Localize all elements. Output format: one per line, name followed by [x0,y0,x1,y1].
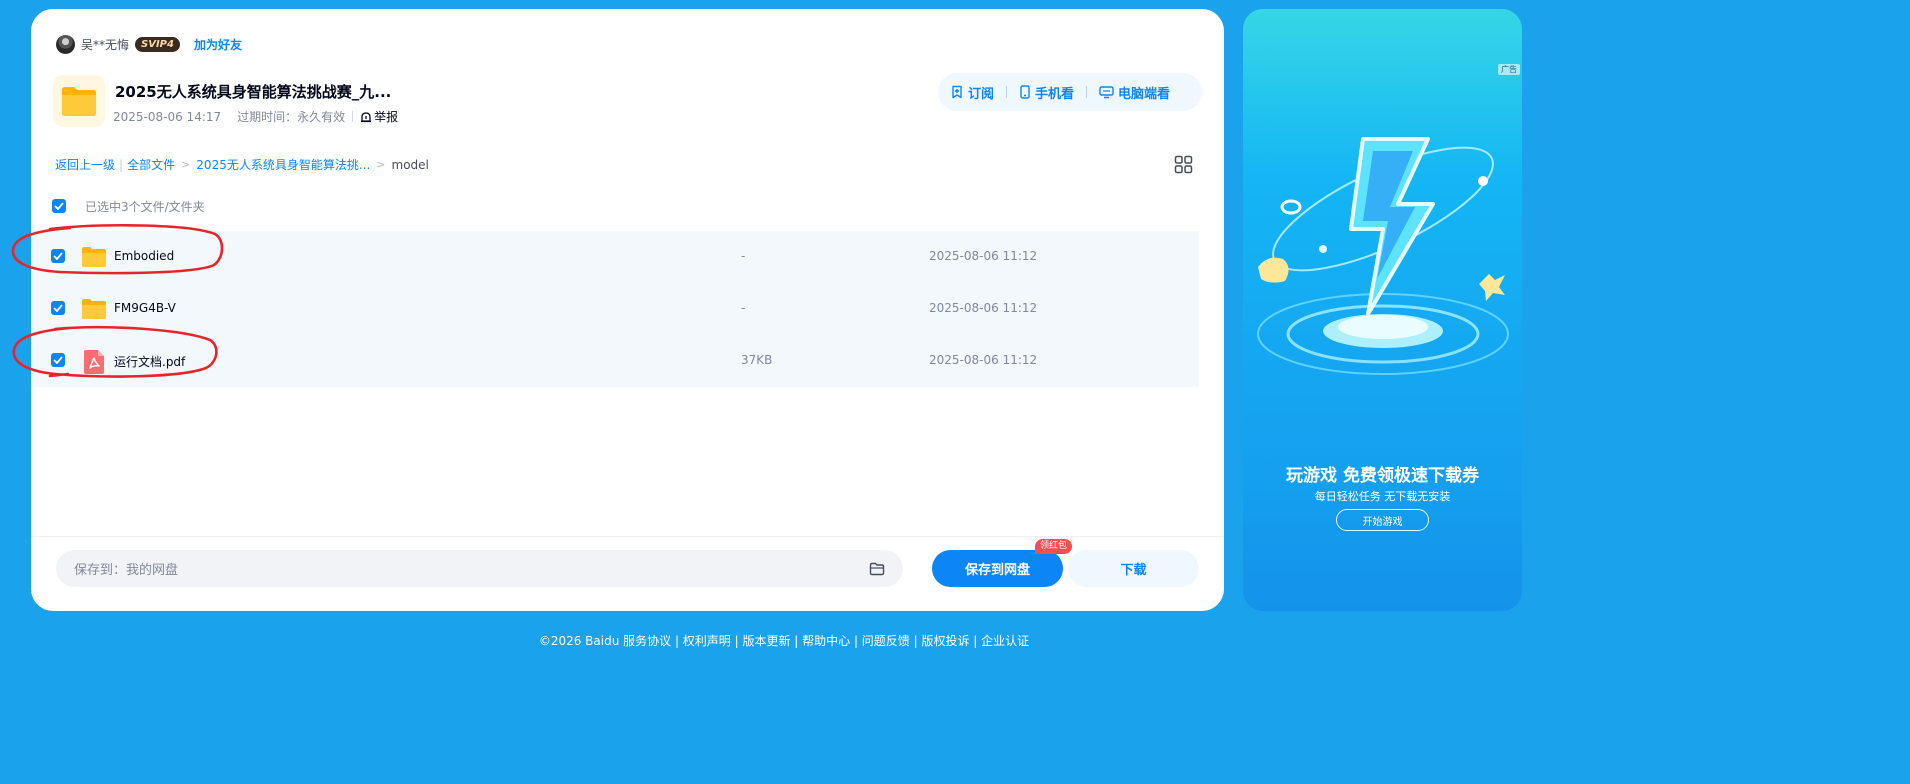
folder-outline-icon [869,562,885,575]
page-scrollbar[interactable] [1552,0,1568,644]
file-name[interactable]: FM9G4B-V [114,301,176,315]
share-title: 2025无人系统具身智能算法挑战赛_九... [115,83,392,101]
meta-divider [352,111,354,122]
file-size: - [741,301,746,315]
save-path-selector[interactable]: 保存到：我的网盘 [56,550,903,587]
file-name[interactable]: Embodied [114,249,174,263]
sharer-info: 吴**无悔 SVIP4 加为好友 [56,33,242,55]
ad-banner[interactable]: 广告 玩游戏 免费领极速下载券 每日轻松任务 无下载无安装 开始游戏 [1243,9,1522,611]
checkmark-icon [53,252,63,260]
share-panel: 吴**无悔 SVIP4 加为好友 2025无人系统具身智能算法挑战赛_九... … [31,9,1224,611]
file-date: 2025-08-06 11:12 [929,301,1038,315]
checkmark-icon [54,202,64,210]
breadcrumb-all-files[interactable]: 全部文件 [127,156,175,173]
share-meta: 2025-08-06 14:17 过期时间：永久有效 举报 [113,108,398,125]
start-game-button[interactable]: 开始游戏 [1336,509,1429,531]
breadcrumb-divider: | [119,157,124,172]
file-row[interactable]: 运行文档.pdf 37KB 2025-08-06 11:12 [31,335,1199,387]
file-name[interactable]: 运行文档.pdf [114,353,185,370]
download-button[interactable]: 下载 [1068,550,1199,587]
lightning-bolt-illustration [1257,137,1509,375]
ad-headline: 玩游戏 免费领极速下载券 [1286,466,1479,486]
file-list: Embodied - 2025-08-06 11:12 FM9G4B-V - 2… [31,231,1199,387]
breadcrumb: 返回上一级 | 全部文件 > 2025无人系统具身智能算法挑... > mode… [55,156,429,173]
grid-view-toggle[interactable] [1174,155,1193,178]
file-row[interactable]: FM9G4B-V - 2025-08-06 11:12 [31,283,1199,335]
file-size: - [741,249,746,263]
checkmark-icon [53,304,63,312]
avatar[interactable] [56,34,75,54]
file-size: 37KB [741,353,773,367]
chevron-right-icon: > [376,158,386,171]
breadcrumb-folder[interactable]: 2025无人系统具身智能算法挑... [196,156,370,173]
save-path-label: 保存到：我的网盘 [74,563,179,578]
mobile-view-button[interactable]: 手机看 [1019,83,1074,102]
breadcrumb-current: model [391,157,429,172]
footer-links[interactable]: ©2026 Baidu 服务协议 | 权利声明 | 版本更新 | 帮助中心 | … [0,632,1568,649]
alarm-icon [361,111,372,122]
pill-divider [1086,86,1088,98]
breadcrumb-back[interactable]: 返回上一级 [55,156,115,173]
bottom-divider [31,536,1224,537]
file-row[interactable]: Embodied - 2025-08-06 11:12 [31,231,1199,283]
share-expire: 过期时间：永久有效 [237,110,346,124]
ad-tag: 广告 [1498,64,1520,75]
folder-icon [82,299,106,319]
phone-icon [1020,85,1030,99]
share-created-time: 2025-08-06 14:17 [113,109,222,124]
file-date: 2025-08-06 11:12 [929,249,1038,263]
folder-icon [82,247,106,267]
pc-view-label: 电脑端看 [1118,86,1171,102]
view-actions: 订阅 手机看 电脑端看 [938,73,1202,111]
red-packet-badge: 领红包 [1035,539,1073,554]
checkmark-icon [53,356,63,364]
monitor-icon [1099,86,1114,99]
share-folder-icon [53,75,105,127]
sharer-name: 吴**无悔 [81,37,130,52]
file-date: 2025-08-06 11:12 [929,353,1038,367]
ad-subtext: 每日轻松任务 无下载无安装 [1314,490,1451,503]
grid-icon [1174,155,1193,174]
chevron-right-icon: > [181,158,191,171]
save-to-disk-button[interactable]: 保存到网盘 [932,550,1063,587]
selection-summary: 已选中3个文件/文件夹 [85,200,205,214]
svip-badge: SVIP4 [135,36,180,52]
row-checkbox[interactable] [51,301,65,315]
subscribe-label: 订阅 [968,86,995,102]
select-all-checkbox[interactable] [52,199,66,213]
report-label: 举报 [374,110,399,124]
add-friend-link[interactable]: 加为好友 [194,36,242,53]
folder-icon [62,87,96,116]
row-checkbox[interactable] [51,353,65,367]
subscribe-icon [952,85,962,99]
pc-view-button[interactable]: 电脑端看 [1099,83,1170,102]
report-button[interactable]: 举报 [360,108,398,125]
row-checkbox[interactable] [51,249,65,263]
mobile-view-label: 手机看 [1035,86,1075,102]
subscribe-button[interactable]: 订阅 [950,83,994,102]
pdf-icon [84,350,104,374]
pill-divider [1006,86,1008,98]
